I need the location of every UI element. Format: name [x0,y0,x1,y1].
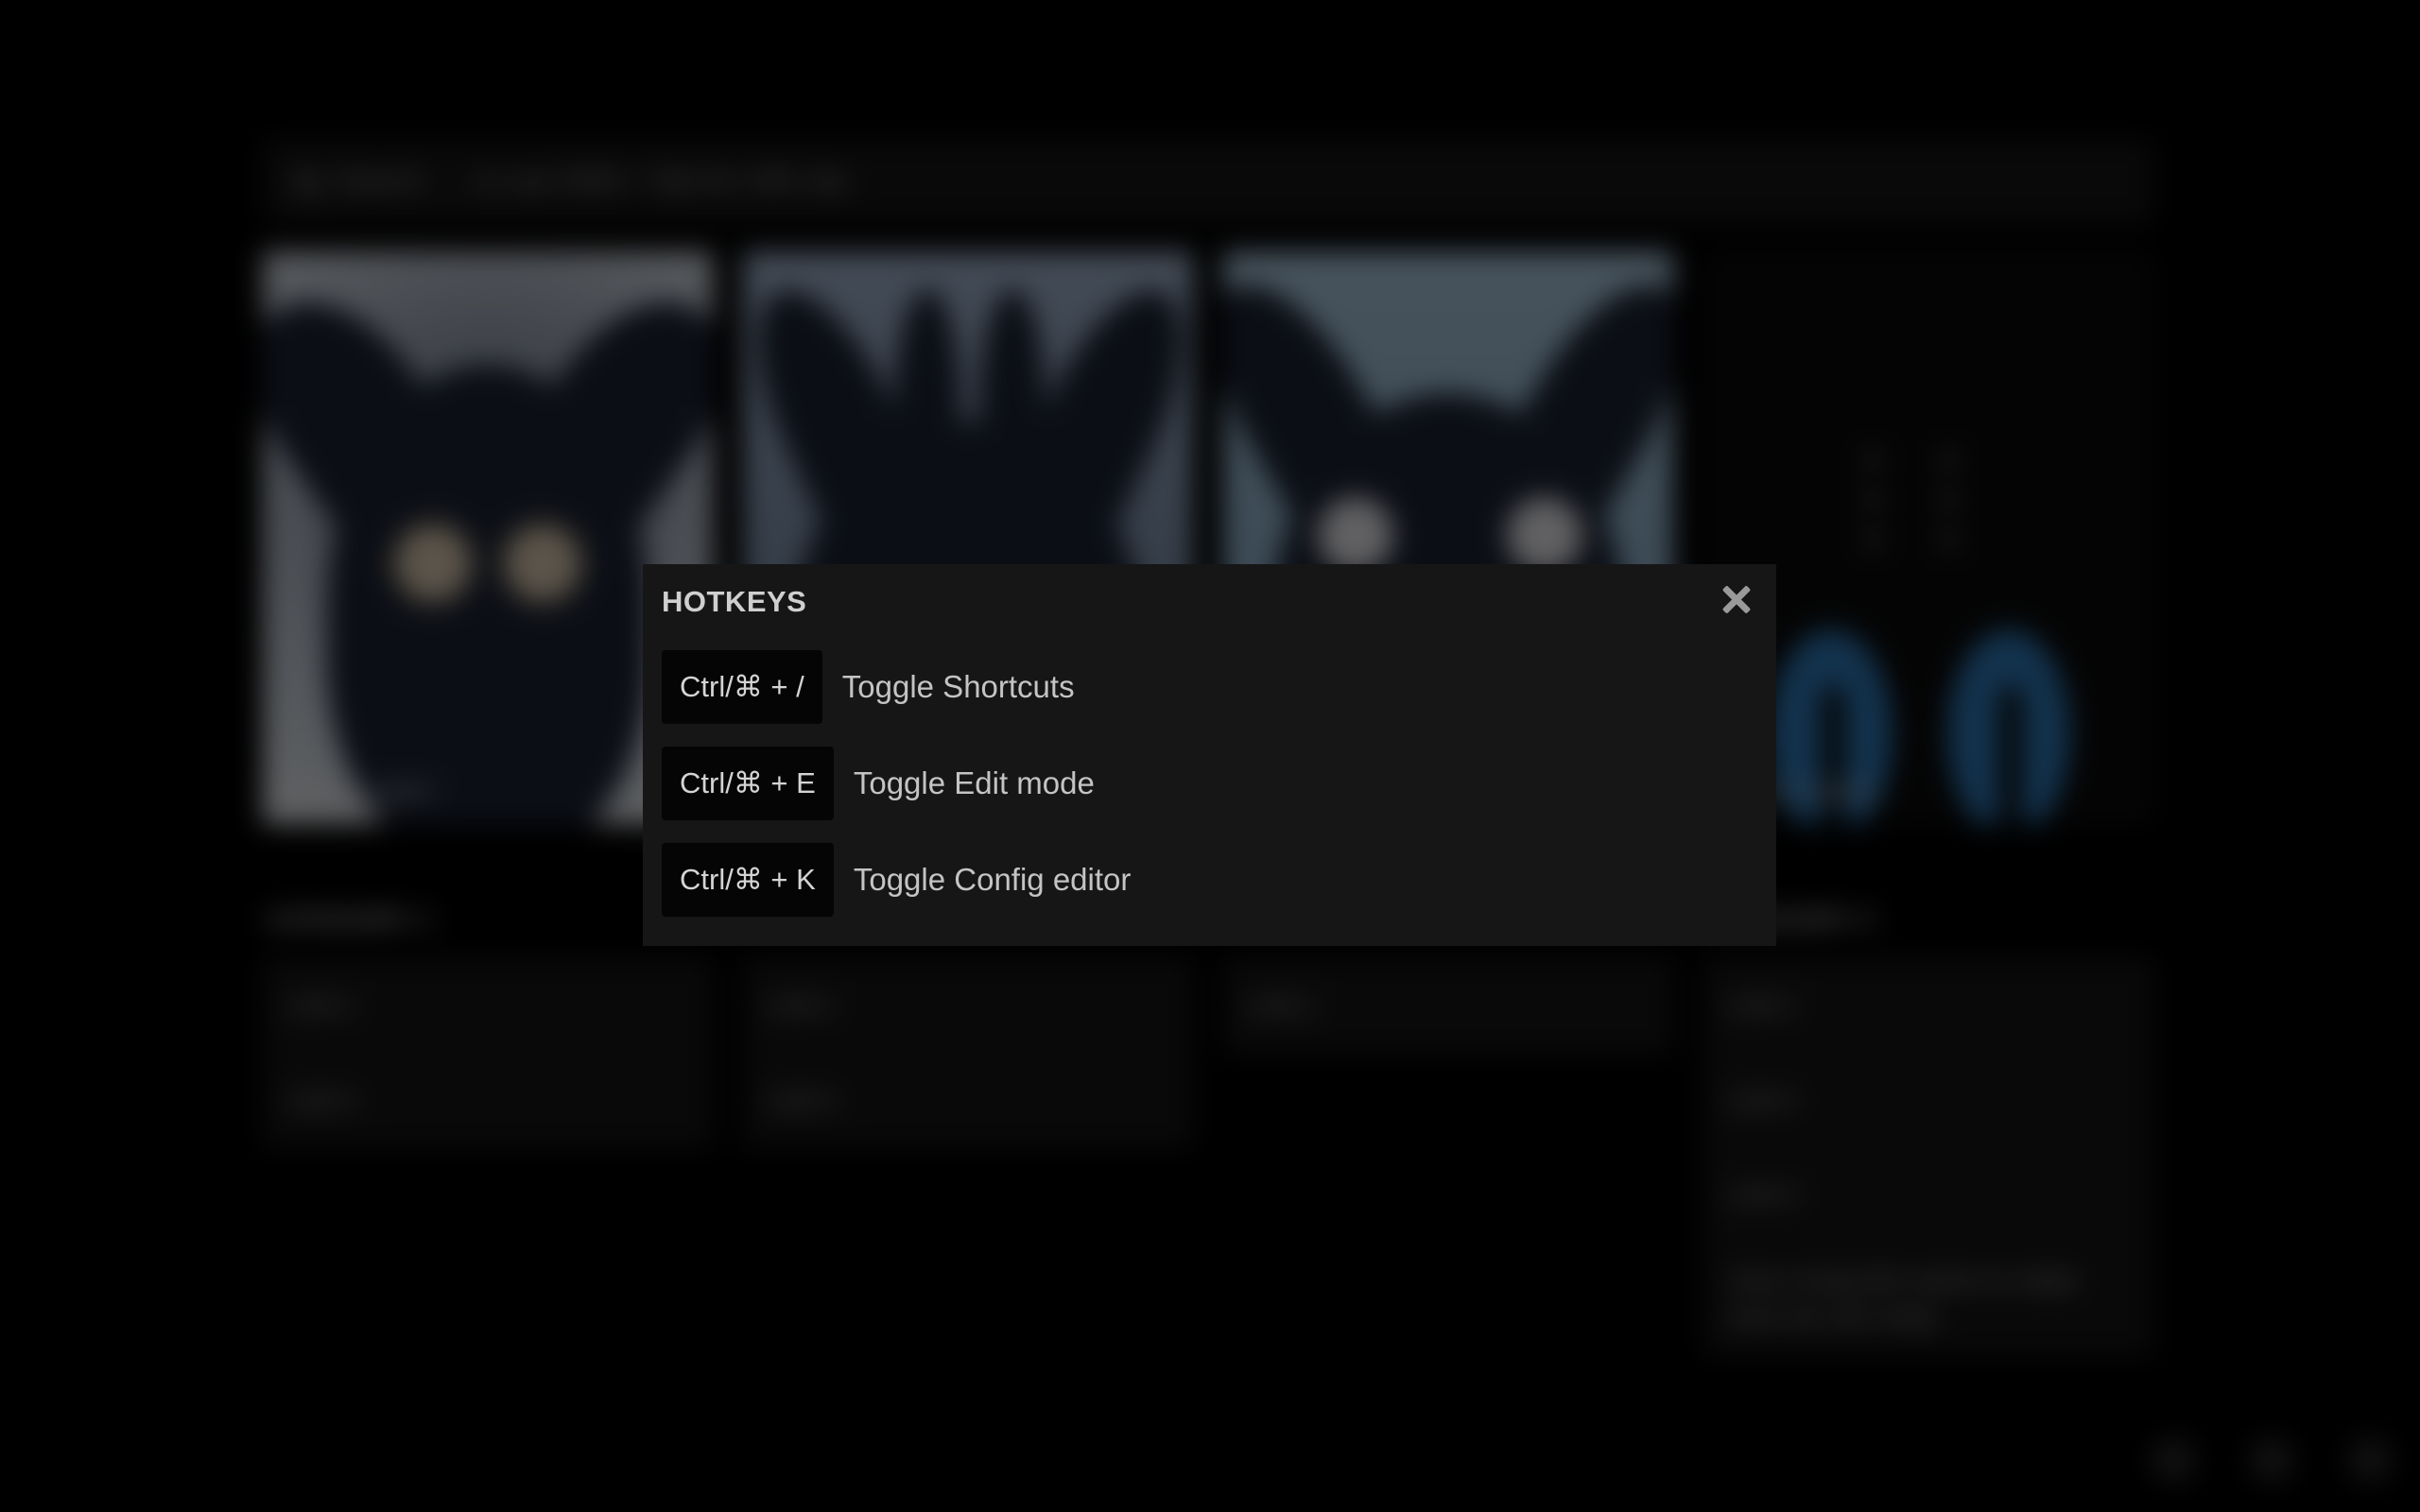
tile-caption: Image 1 caption [287,779,436,802]
link-item[interactable]: Link 3 [1703,1147,2153,1242]
dot [1864,491,1881,508]
category-title: CATEGORY 1 [267,905,433,934]
category-4-links: Link 1 Link 2 Link 3 Just a long link na… [1703,958,2153,1355]
close-icon[interactable] [1716,579,1757,621]
settings-icon[interactable] [2348,1438,2392,1482]
link-item[interactable]: Just a long link name to make sure we ca… [1703,1242,2153,1355]
modal-title: HOTKEYS [662,585,807,618]
history-icon[interactable] [2152,1438,2195,1482]
hotkey-action: Toggle Edit mode [853,765,1095,800]
link-item[interactable]: Link 1 [1223,958,1673,1053]
link-item[interactable]: Link 2 [1703,1053,2153,1147]
edit-icon[interactable] [2250,1438,2293,1482]
hotkey-row: Ctrl/⌘ + / Toggle Shortcuts [662,650,1075,724]
link-item[interactable]: Link 2 [743,1053,1193,1147]
hotkeys-modal: HOTKEYS Ctrl/⌘ + / Toggle Shortcuts Ctrl… [643,564,1776,946]
hotkey-keys: Ctrl/⌘ + / [662,650,822,724]
link-item[interactable]: Link 1 [263,958,713,1053]
creature-eye-right [495,516,590,610]
hotkey-keys: Ctrl/⌘ + E [662,747,834,820]
dot [1940,531,1957,548]
category-3-links: Link 1 [1223,958,1673,1053]
app-root: Search ... or use Shift + Tab for URL ba… [0,0,2420,1512]
link-item[interactable]: Link 1 [743,958,1193,1053]
search-bar[interactable]: Search ... or use Shift + Tab for URL ba… [263,140,2153,223]
hotkey-row: Ctrl/⌘ + K Toggle Config editor [662,843,1131,917]
dot [1864,531,1881,548]
search-icon [295,171,316,192]
dot [1864,452,1881,469]
hotkey-keys: Ctrl/⌘ + K [662,843,834,917]
hotkey-action: Toggle Config editor [853,862,1132,897]
dot [1940,452,1957,469]
search-hint: ... or use Shift + Tab for URL bar [443,165,850,197]
link-item[interactable]: Link 1 [1703,958,2153,1053]
link-item[interactable]: Link 2 [263,1053,713,1147]
hotkey-row: Ctrl/⌘ + E Toggle Edit mode [662,747,1095,820]
blue-eye-shape-right [1947,629,2070,824]
hotkey-action: Toggle Shortcuts [841,669,1075,704]
search-label: Search [335,165,425,197]
category-1-links: Link 1 Link 2 [263,958,713,1147]
category-2-links: Link 1 Link 2 [743,958,1193,1147]
dot [1940,491,1957,508]
creature-eye-left [386,516,480,610]
